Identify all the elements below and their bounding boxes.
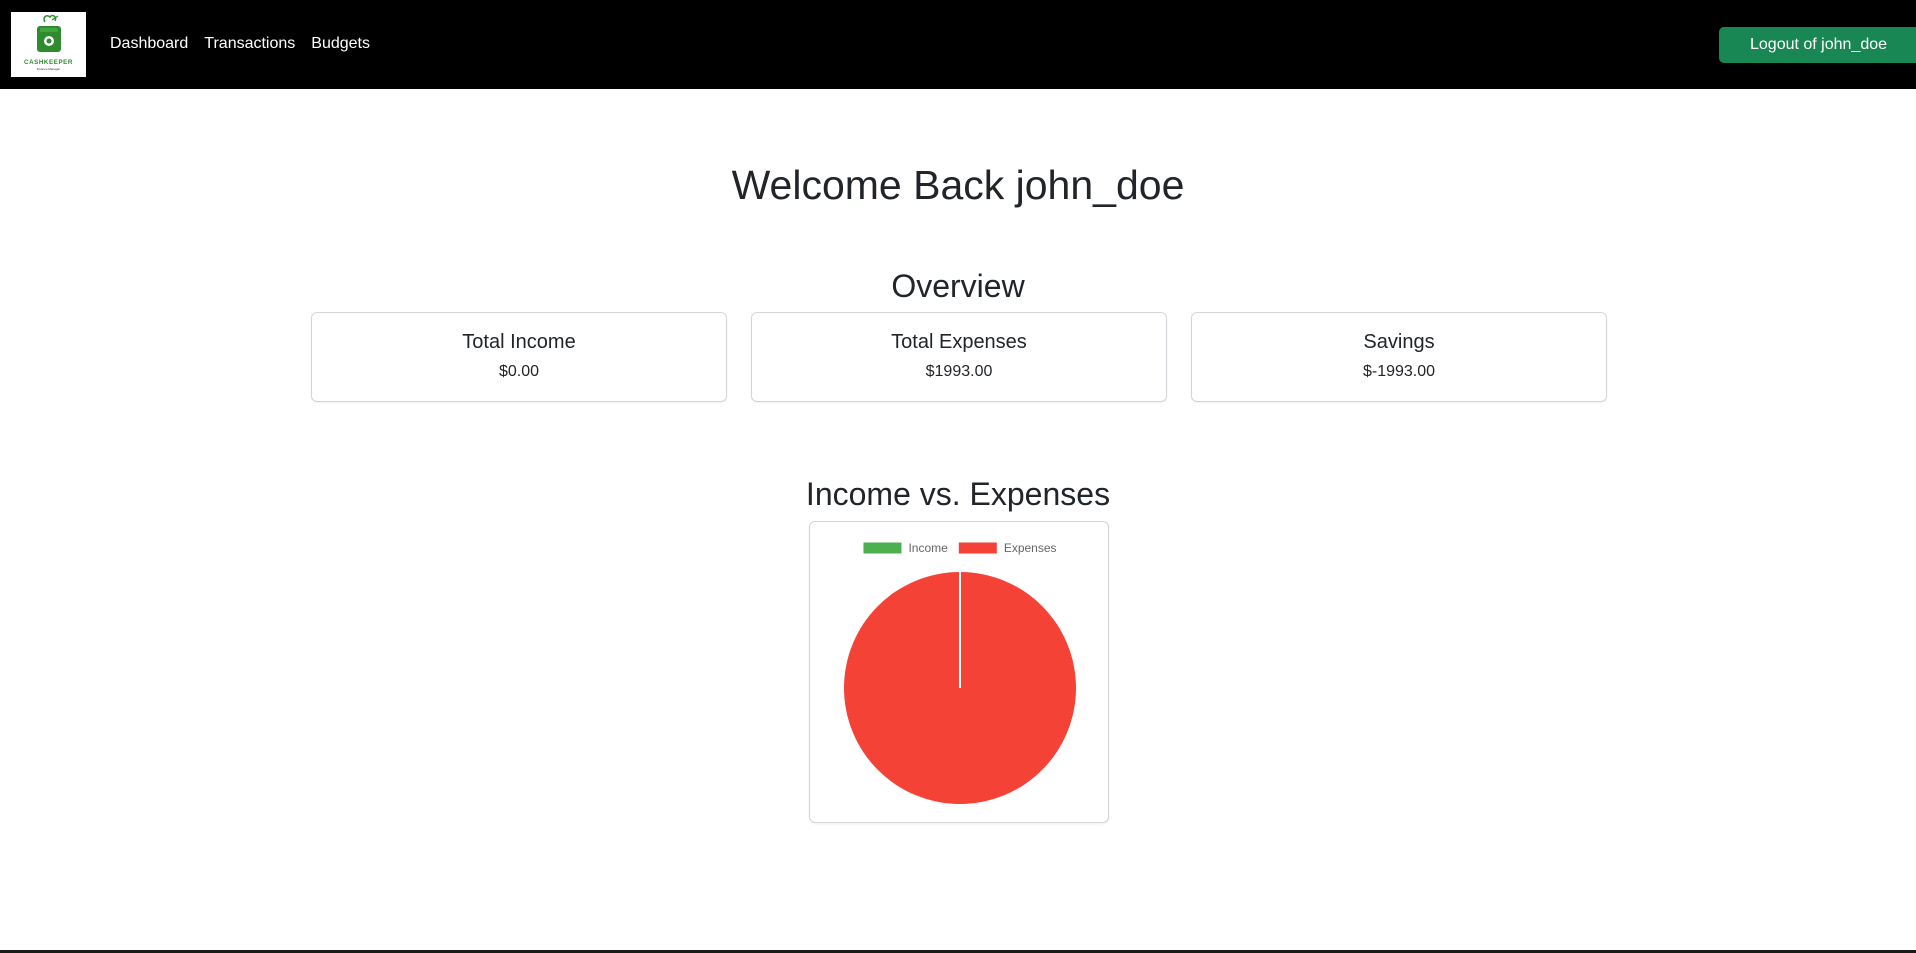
brand-tagline: Finance Manager [37, 67, 60, 71]
total-income-card: Total Income $0.00 [311, 312, 727, 402]
pie-chart: Income Expenses [844, 541, 1076, 804]
wallet-icon: CASHKEEPER Finance Manager [24, 14, 73, 71]
nav-links: Dashboard Transactions Budgets [110, 33, 370, 55]
chart-title: Income vs. Expenses [805, 476, 1111, 512]
card-value: $0.00 [498, 363, 540, 380]
legend-swatch-income[interactable] [863, 542, 902, 554]
card-title: Total Expenses [891, 331, 1027, 353]
nav-link-budgets[interactable]: Budgets [311, 33, 370, 55]
overview-title: Overview [891, 268, 1025, 304]
navbar: CASHKEEPER Finance Manager Dashboard Tra… [0, 0, 1916, 89]
total-expenses-card: Total Expenses $1993.00 [751, 312, 1167, 402]
legend-swatch-expenses[interactable] [958, 542, 997, 554]
card-title: Savings [1363, 331, 1435, 353]
brand-name: CASHKEEPER [24, 59, 73, 66]
savings-card: Savings $-1993.00 [1191, 312, 1607, 402]
card-value: $-1993.00 [1362, 363, 1436, 380]
card-value: $1993.00 [925, 363, 993, 380]
card-title: Total Income [462, 331, 576, 353]
legend-label-expenses[interactable]: Expenses [1004, 541, 1057, 555]
welcome-heading: Welcome Back john_doe [731, 162, 1185, 208]
nav-link-transactions[interactable]: Transactions [204, 33, 295, 55]
nav-link-dashboard[interactable]: Dashboard [110, 33, 188, 55]
logout-button[interactable]: Logout of john_doe [1719, 27, 1916, 63]
legend-label-income[interactable]: Income [908, 541, 948, 555]
chart-card: Income Expenses [809, 521, 1109, 823]
brand-logo[interactable]: CASHKEEPER Finance Manager [11, 12, 86, 77]
